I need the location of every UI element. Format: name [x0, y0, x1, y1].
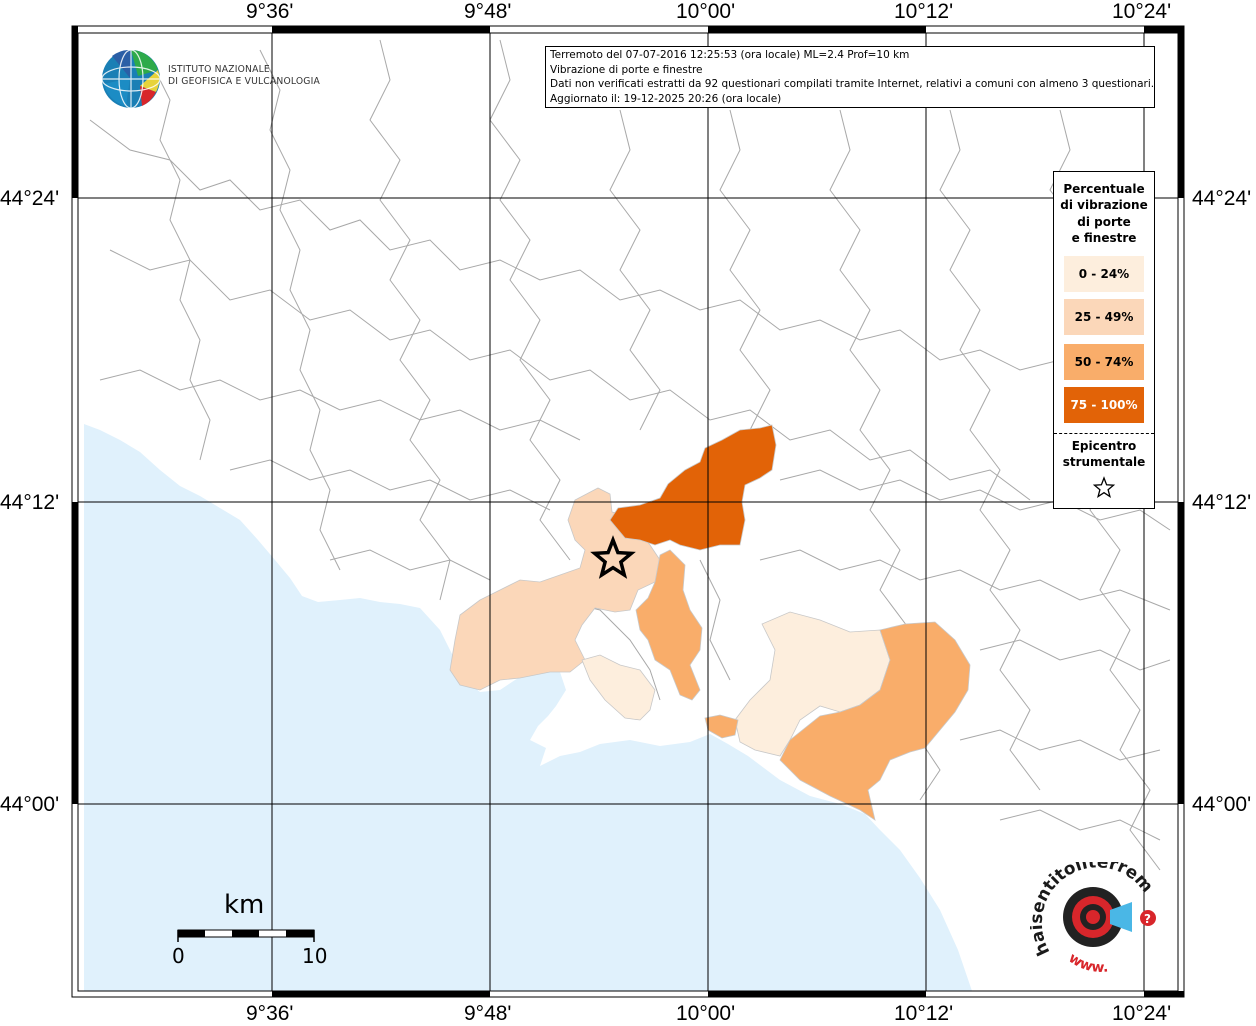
bottom-tick-label: 9°48' — [464, 1002, 512, 1025]
legend-title-line: e finestre — [1071, 230, 1137, 245]
legend-title: Percentuale di vibrazione di porte e fin… — [1054, 181, 1154, 246]
logo-text-line1: ISTITUTO NAZIONALE — [168, 64, 270, 75]
haisentito-logo: haisentitoilterremoto.it www. ? — [1030, 862, 1157, 976]
logo-text-line2: DI GEOFISICA E VULCANOLOGIA — [168, 76, 320, 87]
legend-swatch: 25 - 49% — [1064, 299, 1144, 335]
bottom-tick-label: 10°00' — [676, 1002, 736, 1025]
globe-icon — [101, 49, 161, 109]
legend-swatch-label: 25 - 49% — [1074, 310, 1134, 324]
top-tick-label: 9°48' — [464, 0, 512, 23]
legend-swatch: 75 - 100% — [1064, 387, 1144, 423]
haisentito-logo-www: www. — [1066, 950, 1109, 976]
right-tick-label: 44°24' — [1192, 187, 1252, 210]
epicenter-legend-line: Epicentro — [1071, 439, 1137, 453]
ingv-logo: ISTITUTO NAZIONALE DI GEOFISICA E VULCAN… — [100, 48, 340, 110]
scale-unit-label: km — [224, 890, 265, 920]
event-info-line: Vibrazione di porte e finestre — [550, 63, 703, 76]
legend-title-line: Percentuale — [1063, 182, 1145, 196]
star-icon — [1092, 476, 1116, 498]
scale-start-label: 0 — [172, 944, 185, 968]
right-tick-label: 44°12' — [1192, 491, 1252, 514]
question-mark: ? — [1144, 912, 1151, 926]
top-tick-label: 9°36' — [246, 0, 294, 23]
scale-end-label: 10 — [302, 944, 328, 968]
bottom-tick-label: 10°24' — [1112, 1002, 1172, 1025]
top-tick-label: 10°00' — [676, 0, 736, 23]
left-tick-label: 44°00' — [0, 793, 60, 816]
bottom-tick-label: 9°36' — [246, 1002, 294, 1025]
event-info-line: Aggiornato il: 19-12-2025 20:26 (ora loc… — [550, 92, 782, 105]
top-tick-label: 10°12' — [894, 0, 954, 23]
bottom-tick-label: 10°12' — [894, 1002, 954, 1025]
left-tick-label: 44°12' — [0, 491, 60, 514]
scale-bar: km 0 10 — [172, 890, 327, 970]
epicenter-legend-title: Epicentro strumentale — [1054, 438, 1154, 471]
event-info-box: Terremoto del 07-07-2016 12:25:53 (ora l… — [545, 46, 1155, 108]
legend-swatch-label: 0 - 24% — [1078, 267, 1130, 281]
legend-separator — [1054, 433, 1154, 434]
legend: Percentuale di vibrazione di porte e fin… — [1053, 171, 1155, 509]
event-info-line: Terremoto del 07-07-2016 12:25:53 (ora l… — [550, 49, 910, 61]
top-tick-label: 10°24' — [1112, 0, 1172, 23]
speaker-icon — [1063, 887, 1132, 947]
left-tick-label: 44°24' — [0, 187, 60, 210]
legend-swatch: 50 - 74% — [1064, 344, 1144, 380]
legend-swatch-label: 50 - 74% — [1074, 355, 1134, 369]
epicenter-legend-line: strumentale — [1062, 455, 1146, 470]
legend-title-line: di vibrazione — [1060, 198, 1148, 213]
legend-swatch: 0 - 24% — [1064, 256, 1144, 292]
event-info-line: Dati non verificati estratti da 92 quest… — [550, 78, 1155, 91]
right-tick-label: 44°00' — [1192, 793, 1252, 816]
legend-title-line: di porte — [1077, 214, 1131, 229]
legend-swatch-label: 75 - 100% — [1070, 398, 1138, 412]
